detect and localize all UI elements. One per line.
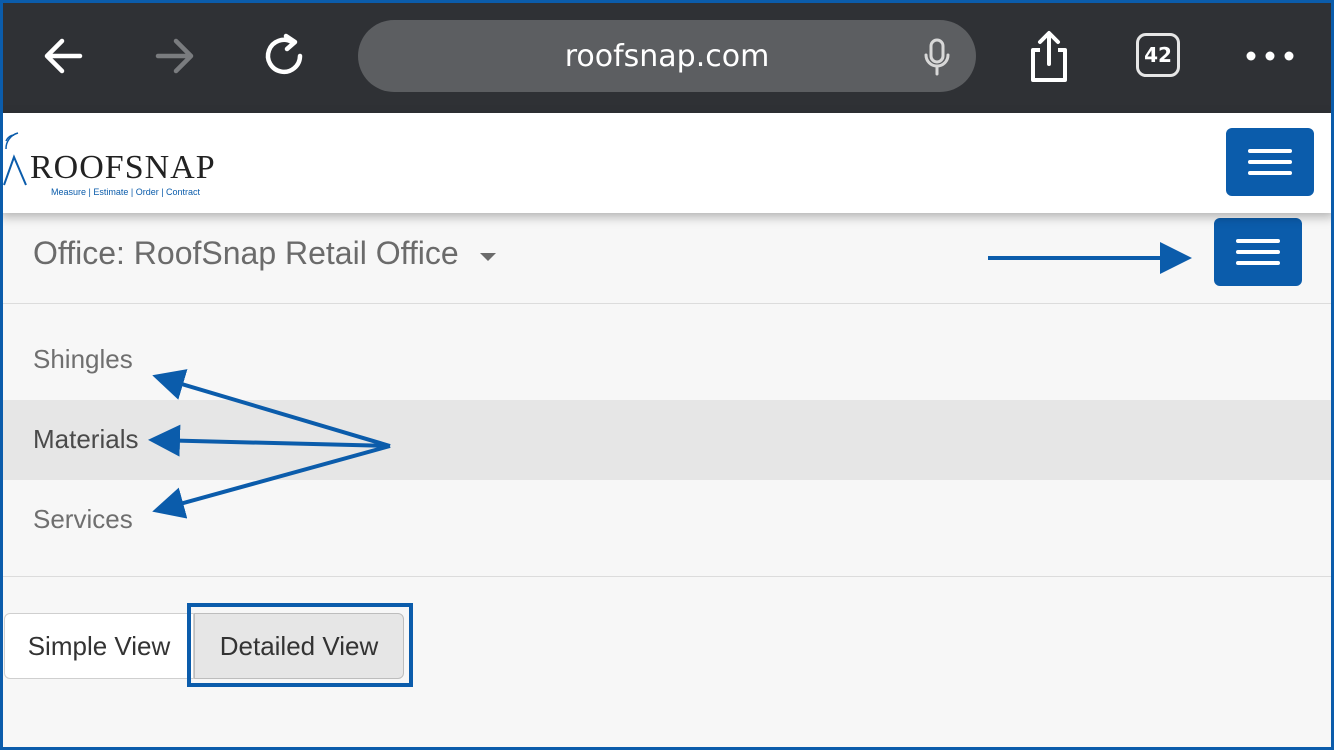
hamburger-icon — [1248, 149, 1292, 153]
chevron-down-icon[interactable] — [480, 253, 496, 261]
nav-item-label: Materials — [33, 424, 139, 454]
more-icon[interactable] — [1242, 28, 1298, 84]
tabs-icon[interactable]: 42 — [1136, 33, 1180, 77]
office-dropdown[interactable]: Office: RoofSnap Retail Office — [33, 235, 459, 272]
site-header: ROOFSNAP Measure | Estimate | Order | Co… — [0, 113, 1334, 213]
logo-tagline: Measure | Estimate | Order | Contract — [51, 187, 201, 197]
back-arrow-icon[interactable] — [36, 28, 92, 84]
header-menu-button[interactable] — [1226, 128, 1314, 196]
logo-wordmark: ROOFSNAP — [30, 149, 216, 186]
nav-item-label: Services — [33, 504, 133, 534]
office-menu-button[interactable] — [1214, 218, 1302, 286]
address-bar[interactable]: roofsnap.com — [358, 20, 976, 92]
nav-item-shingles[interactable]: Shingles — [0, 320, 1334, 400]
nav-item-materials[interactable]: Materials — [0, 400, 1334, 480]
hamburger-icon — [1236, 239, 1280, 243]
office-selector-row: Office: RoofSnap Retail Office — [0, 213, 1334, 304]
simple-view-button[interactable]: Simple View — [4, 613, 194, 679]
browser-toolbar: roofsnap.com 42 — [0, 0, 1334, 113]
reload-icon[interactable] — [256, 28, 312, 84]
share-icon[interactable] — [1021, 28, 1077, 84]
annotation-highlight-box — [187, 603, 413, 687]
roofsnap-logo[interactable]: ROOFSNAP Measure | Estimate | Order | Co… — [0, 125, 240, 203]
url-text: roofsnap.com — [564, 39, 770, 74]
nav-item-services[interactable]: Services — [0, 480, 1334, 560]
divider — [0, 576, 1334, 577]
nav-item-label: Shingles — [33, 344, 133, 374]
microphone-icon[interactable] — [922, 38, 952, 76]
forward-arrow-icon[interactable] — [146, 28, 202, 84]
